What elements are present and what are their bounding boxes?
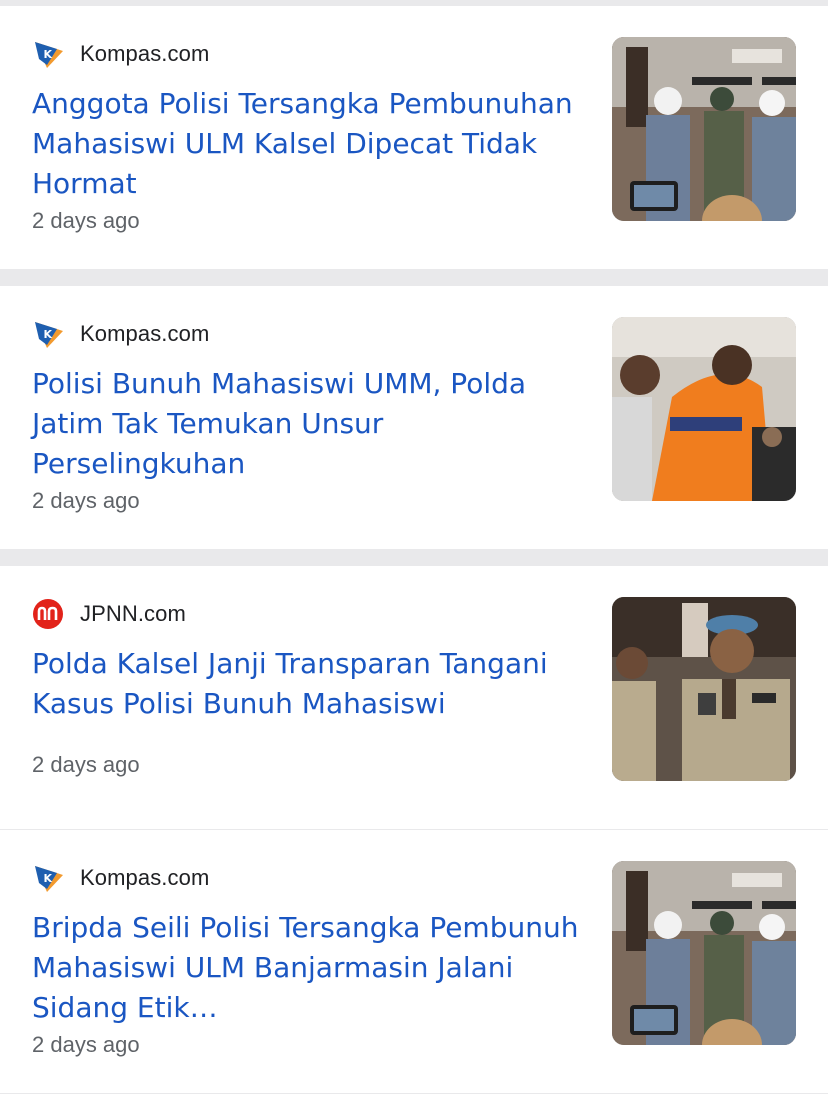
article-source[interactable]: K Kompas.com [32,862,209,894]
article-card[interactable]: K Kompas.com Anggota Polisi Tersangka Pe… [0,6,828,269]
article-thumbnail[interactable] [612,597,796,781]
article-headline[interactable]: Anggota Polisi Tersangka Pembunuhan Maha… [32,84,588,204]
source-name: Kompas.com [80,41,210,66]
source-name: Kompas.com [80,321,210,346]
source-name: JPNN.com [80,601,186,626]
police-officer-press-photo [612,597,796,781]
svg-text:K: K [44,48,53,61]
article-timestamp: 2 days ago [32,752,140,777]
article-headline[interactable]: Polisi Bunuh Mahasiswi UMM, Polda Jatim … [32,364,588,484]
article-timestamp: 2 days ago [32,208,140,233]
article-headline[interactable]: Polda Kalsel Janji Transparan Tangani Ka… [32,644,588,724]
article-thumbnail[interactable] [612,861,796,1045]
article-source[interactable]: JPNN.com [32,598,186,630]
police-ceremony-photo [612,37,796,221]
jpnn-logo-icon [33,599,63,629]
police-ceremony-photo [612,861,796,1045]
article-thumbnail[interactable] [612,317,796,501]
source-name: Kompas.com [80,865,210,890]
article-headline[interactable]: Bripda Seili Polisi Tersangka Pembunuh M… [32,908,588,1028]
article-timestamp: 2 days ago [32,488,140,513]
news-feed: K Kompas.com Anggota Polisi Tersangka Pe… [0,0,828,1094]
article-source[interactable]: K Kompas.com [32,318,209,350]
kompas-logo-icon: K [35,42,63,68]
article-card[interactable]: JPNN.com Polda Kalsel Janji Transparan T… [0,566,828,829]
kompas-logo-icon: K [35,322,63,348]
svg-text:K: K [44,872,53,885]
article-timestamp: 2 days ago [32,1032,140,1057]
article-card[interactable]: K Kompas.com Bripda Seili Polisi Tersang… [0,830,828,1093]
suspect-orange-shirt-photo [612,317,796,501]
kompas-logo-icon: K [35,866,63,892]
svg-text:K: K [44,328,53,341]
article-card[interactable]: K Kompas.com Polisi Bunuh Mahasiswi UMM,… [0,286,828,549]
article-thumbnail[interactable] [612,37,796,221]
article-source[interactable]: K Kompas.com [32,38,209,70]
